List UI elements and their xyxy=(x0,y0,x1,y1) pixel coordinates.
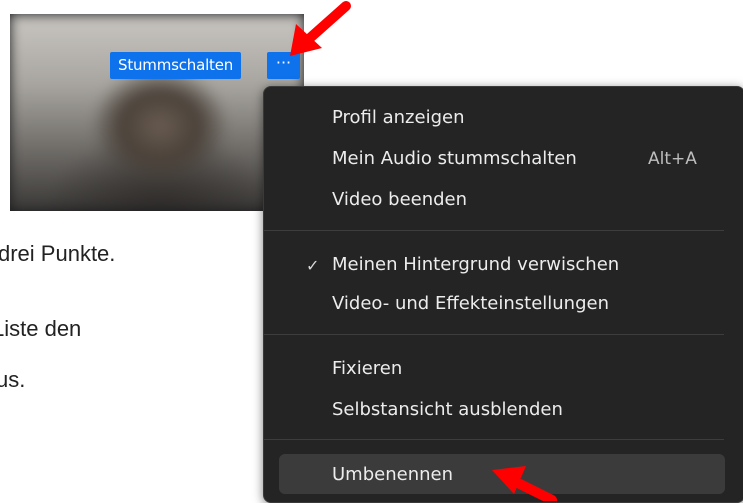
menu-item-pin[interactable]: Fixieren xyxy=(332,358,402,379)
instruction-text-1: drei Punkte. xyxy=(0,241,116,266)
blurred-video-feed xyxy=(10,14,304,211)
menu-item-stop-video[interactable]: Video beenden xyxy=(332,189,467,210)
menu-divider xyxy=(264,230,724,231)
red-arrow-annotation xyxy=(492,466,557,501)
menu-item-blur-background[interactable]: Meinen Hintergrund verwischen xyxy=(332,254,619,275)
menu-item-mute-audio[interactable]: Mein Audio stummschalten xyxy=(332,148,577,169)
menu-item-video-effects-settings[interactable]: Video- und Effekteinstellungen xyxy=(332,293,609,314)
red-arrow-annotation xyxy=(290,1,351,56)
menu-divider xyxy=(264,334,724,335)
menu-item-view-profile[interactable]: Profil anzeigen xyxy=(332,107,465,128)
menu-item-rename[interactable]: Umbenennen xyxy=(332,464,453,485)
instruction-text-3: us. xyxy=(0,367,26,392)
menu-item-hide-self-view[interactable]: Selbstansicht ausblenden xyxy=(332,399,563,420)
participant-video-tile[interactable]: Stummschalten ··· xyxy=(10,14,304,211)
menu-divider xyxy=(264,439,724,440)
mute-shortcut-label: Alt+A xyxy=(648,149,697,169)
participant-context-menu: Profil anzeigen Mein Audio stummschalten… xyxy=(263,86,743,503)
mute-button[interactable]: Stummschalten xyxy=(110,52,242,79)
instruction-text-2: Liste den xyxy=(0,316,82,341)
checkmark-icon: ✓ xyxy=(306,256,320,275)
